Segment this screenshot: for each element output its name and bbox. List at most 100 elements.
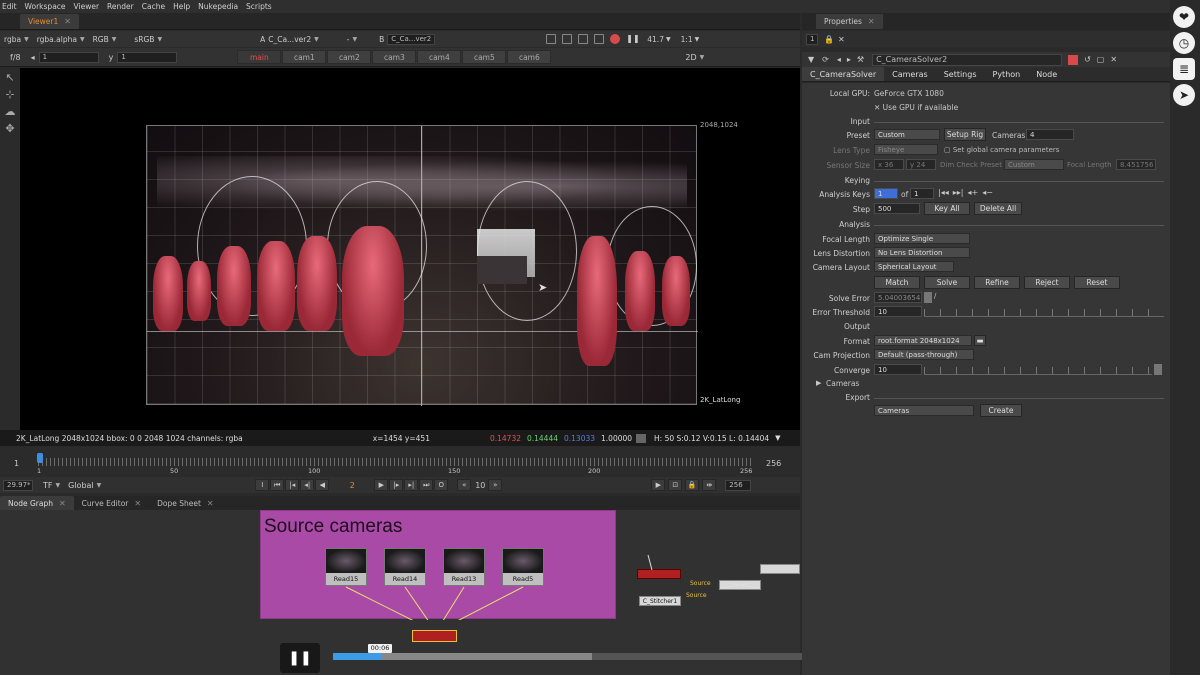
play-backward-icon[interactable]: ◀ — [315, 479, 330, 491]
lock-icon[interactable]: 🔒 — [685, 479, 700, 491]
frame-field[interactable]: 1 — [38, 51, 99, 63]
overlay-icon[interactable] — [594, 34, 605, 44]
float-icon[interactable]: ▢ — [1097, 55, 1105, 64]
error-threshold-field[interactable]: 10 — [874, 306, 922, 317]
timeline[interactable]: 1 1 50 100 150 200 256 256 — [0, 447, 800, 477]
clip-icon[interactable] — [578, 34, 589, 44]
last-frame-icon[interactable]: ⏭ — [419, 479, 434, 491]
close-icon[interactable]: ✕ — [207, 499, 214, 508]
close-icon[interactable]: ✕ — [59, 499, 66, 508]
forward-icon[interactable]: ▸ — [847, 55, 851, 64]
setup-rig-button[interactable]: Setup Rig — [944, 128, 986, 141]
reject-button[interactable]: Reject — [1024, 276, 1070, 289]
lens-type-dropdown[interactable]: Fisheye — [874, 144, 938, 155]
move-icon[interactable]: ✥ — [3, 122, 17, 136]
cam-button-cam5[interactable]: cam5 — [462, 50, 507, 64]
select-arrow-icon[interactable]: ↖ — [3, 71, 17, 85]
tab-node-graph[interactable]: Node Graph ✕ — [0, 495, 74, 511]
menu-scripts[interactable]: Scripts — [246, 2, 272, 11]
node-color-icon[interactable] — [1068, 54, 1079, 65]
close-icon[interactable]: ✕ — [868, 17, 875, 26]
y-field[interactable]: 1 — [117, 51, 178, 63]
step-field[interactable]: 500 — [874, 203, 920, 214]
prev-key-icon[interactable]: |◂◂ — [938, 188, 949, 197]
cam-button-main[interactable]: main — [237, 50, 282, 64]
prev-keyframe-icon[interactable]: |◂ — [285, 479, 300, 491]
menu-viewer[interactable]: Viewer — [74, 2, 100, 11]
tool-icon[interactable]: ⚒ — [857, 55, 864, 64]
channels-dropdown[interactable]: rgba ▼ — [0, 33, 33, 45]
cam-projection-dropdown[interactable]: Default (pass-through) — [874, 349, 974, 360]
video-progress-track[interactable] — [333, 653, 862, 660]
current-frame[interactable]: 2 — [330, 481, 374, 490]
subtab-cameras[interactable]: Cameras — [884, 67, 936, 81]
animation-button-icon[interactable] — [924, 292, 932, 303]
subtab-settings[interactable]: Settings — [936, 67, 985, 81]
menu-nukepedia[interactable]: Nukepedia — [198, 2, 238, 11]
use-gpu-checkbox[interactable]: ✕ Use GPU if available — [874, 103, 958, 112]
tab-viewer1[interactable]: Viewer1 ✕ — [20, 13, 79, 29]
revert-icon[interactable]: ↺ — [1084, 55, 1091, 64]
export-dropdown[interactable]: Cameras — [874, 405, 974, 416]
play-forward-icon[interactable]: ▶ — [374, 479, 389, 491]
alpha-dropdown[interactable]: rgba.alpha ▼ — [33, 33, 89, 45]
lens-distortion-dropdown[interactable]: No Lens Distortion — [874, 247, 970, 258]
sensor-x-field[interactable]: x 36 — [874, 159, 904, 170]
close-icon[interactable]: ✕ — [1110, 55, 1117, 64]
subtab-node[interactable]: Node — [1028, 67, 1065, 81]
cam-button-cam3[interactable]: cam3 — [372, 50, 417, 64]
camera-layout-dropdown[interactable]: Spherical Layout — [874, 261, 954, 272]
clock-icon[interactable]: ◷ — [1173, 32, 1195, 54]
focal-length-mode-dropdown[interactable]: Optimize Single — [874, 233, 970, 244]
format-edit-icon[interactable]: ▬ — [974, 335, 986, 346]
playhead[interactable] — [37, 453, 43, 463]
cam-button-cam6[interactable]: cam6 — [507, 50, 552, 64]
menu-edit[interactable]: Edit — [2, 2, 17, 11]
next-frame-icon[interactable]: |▸ — [389, 479, 404, 491]
cam-button-cam2[interactable]: cam2 — [327, 50, 372, 64]
tab-properties[interactable]: Properties ✕ — [816, 14, 883, 29]
create-button[interactable]: Create — [980, 404, 1022, 417]
properties-count[interactable]: 1 — [806, 33, 818, 45]
converge-field[interactable]: 10 — [874, 364, 922, 375]
range-icon[interactable]: ⇹ — [702, 479, 717, 491]
in-point-icon[interactable]: I — [255, 479, 270, 491]
reset-button[interactable]: Reset — [1074, 276, 1120, 289]
close-icon[interactable]: ✕ — [134, 499, 141, 508]
first-frame-icon[interactable]: ⏮ — [270, 479, 285, 491]
input-b-dropdown[interactable]: B C_Ca...ver2 — [375, 33, 439, 45]
fps-field[interactable]: 29.97* — [3, 479, 33, 491]
cameras-field[interactable]: 4 — [1026, 129, 1074, 140]
converge-slider[interactable] — [924, 367, 1152, 375]
close-icon[interactable]: ✕ — [64, 17, 71, 26]
remove-key-icon[interactable]: ◂− — [982, 188, 993, 197]
center-node-icon[interactable]: ⟳ — [822, 55, 829, 64]
paint-icon[interactable]: ☁ — [3, 105, 17, 119]
subtab-camerasolver[interactable]: C_CameraSolver — [802, 67, 885, 81]
proxy-icon[interactable] — [546, 34, 557, 44]
chevron-down-icon[interactable]: ▼ — [775, 434, 780, 442]
cam-button-cam4[interactable]: cam4 — [417, 50, 462, 64]
error-threshold-slider[interactable] — [924, 309, 1164, 317]
menu-cache[interactable]: Cache — [142, 2, 165, 11]
pause-icon[interactable]: ❚❚ — [626, 34, 639, 44]
cam-button-cam1[interactable]: cam1 — [282, 50, 327, 64]
end-frame-field[interactable]: 256 — [725, 479, 752, 491]
input-a-operation-dropdown[interactable]: - ▼ — [343, 33, 361, 45]
out-point-icon[interactable]: O — [434, 479, 449, 491]
format-dropdown[interactable]: root.format 2048x1024 — [874, 335, 972, 346]
viewer-viewport[interactable]: 2048,1024 2K_LatLong ➤ — [20, 68, 800, 430]
menu-help[interactable]: Help — [173, 2, 190, 11]
sensor-y-field[interactable]: y 24 — [906, 159, 936, 170]
back-icon[interactable]: ◂ — [837, 55, 841, 64]
ratio-value[interactable]: 1:1 — [681, 35, 693, 44]
rgb-dropdown[interactable]: RGB ▼ — [89, 33, 121, 45]
roi-icon[interactable] — [562, 34, 573, 44]
next-keyframe-icon[interactable]: ▸| — [404, 479, 419, 491]
layers-icon[interactable]: ≣ — [1173, 58, 1195, 80]
lock-icon[interactable]: 🔒 — [824, 35, 834, 44]
preset-dropdown[interactable]: Custom — [874, 129, 940, 140]
zoom-value[interactable]: 41.7 — [647, 35, 664, 44]
view-mode-dropdown[interactable]: 2D ▼ — [681, 51, 708, 63]
record-icon[interactable] — [610, 34, 621, 44]
